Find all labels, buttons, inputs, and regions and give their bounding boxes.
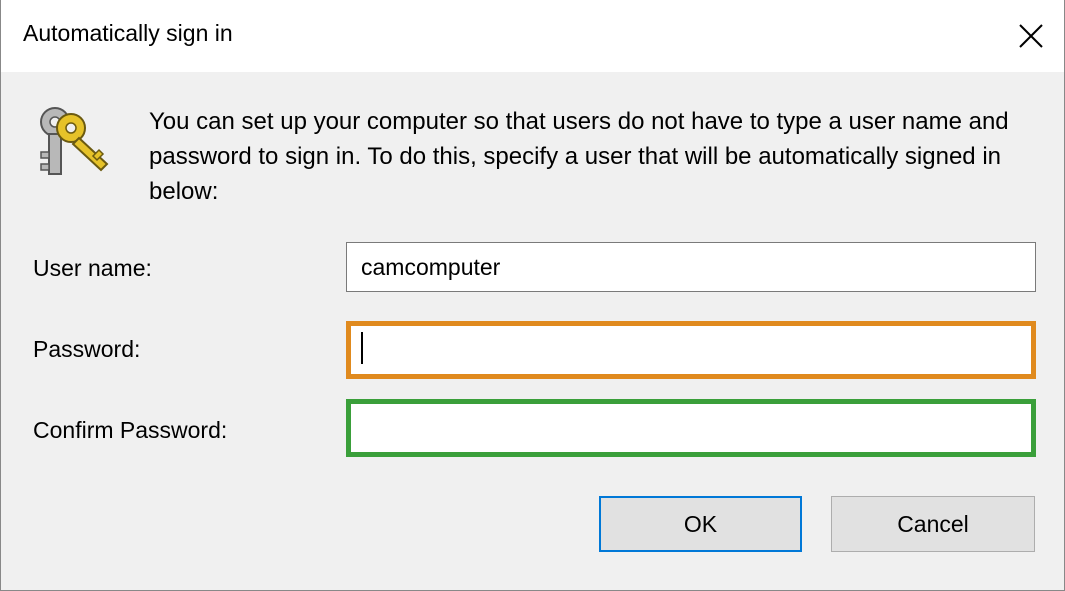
ok-button[interactable]: OK xyxy=(599,496,802,552)
confirm-password-input[interactable] xyxy=(346,399,1036,457)
title-bar: Automatically sign in xyxy=(1,0,1064,72)
cancel-button[interactable]: Cancel xyxy=(831,496,1035,552)
keys-icon xyxy=(40,107,109,175)
username-input[interactable] xyxy=(346,242,1036,292)
description-text: You can set up your computer so that use… xyxy=(149,108,1009,205)
username-label: User name: xyxy=(33,255,152,281)
close-button[interactable] xyxy=(998,0,1064,72)
window-title: Automatically sign in xyxy=(23,20,233,46)
auto-signin-dialog: Automatically sign in You can set up you… xyxy=(0,0,1065,591)
password-label: Password: xyxy=(33,336,141,362)
text-caret xyxy=(361,332,363,364)
confirm-password-label: Confirm Password: xyxy=(33,417,228,443)
close-icon xyxy=(1019,24,1043,48)
password-input[interactable] xyxy=(346,321,1036,379)
